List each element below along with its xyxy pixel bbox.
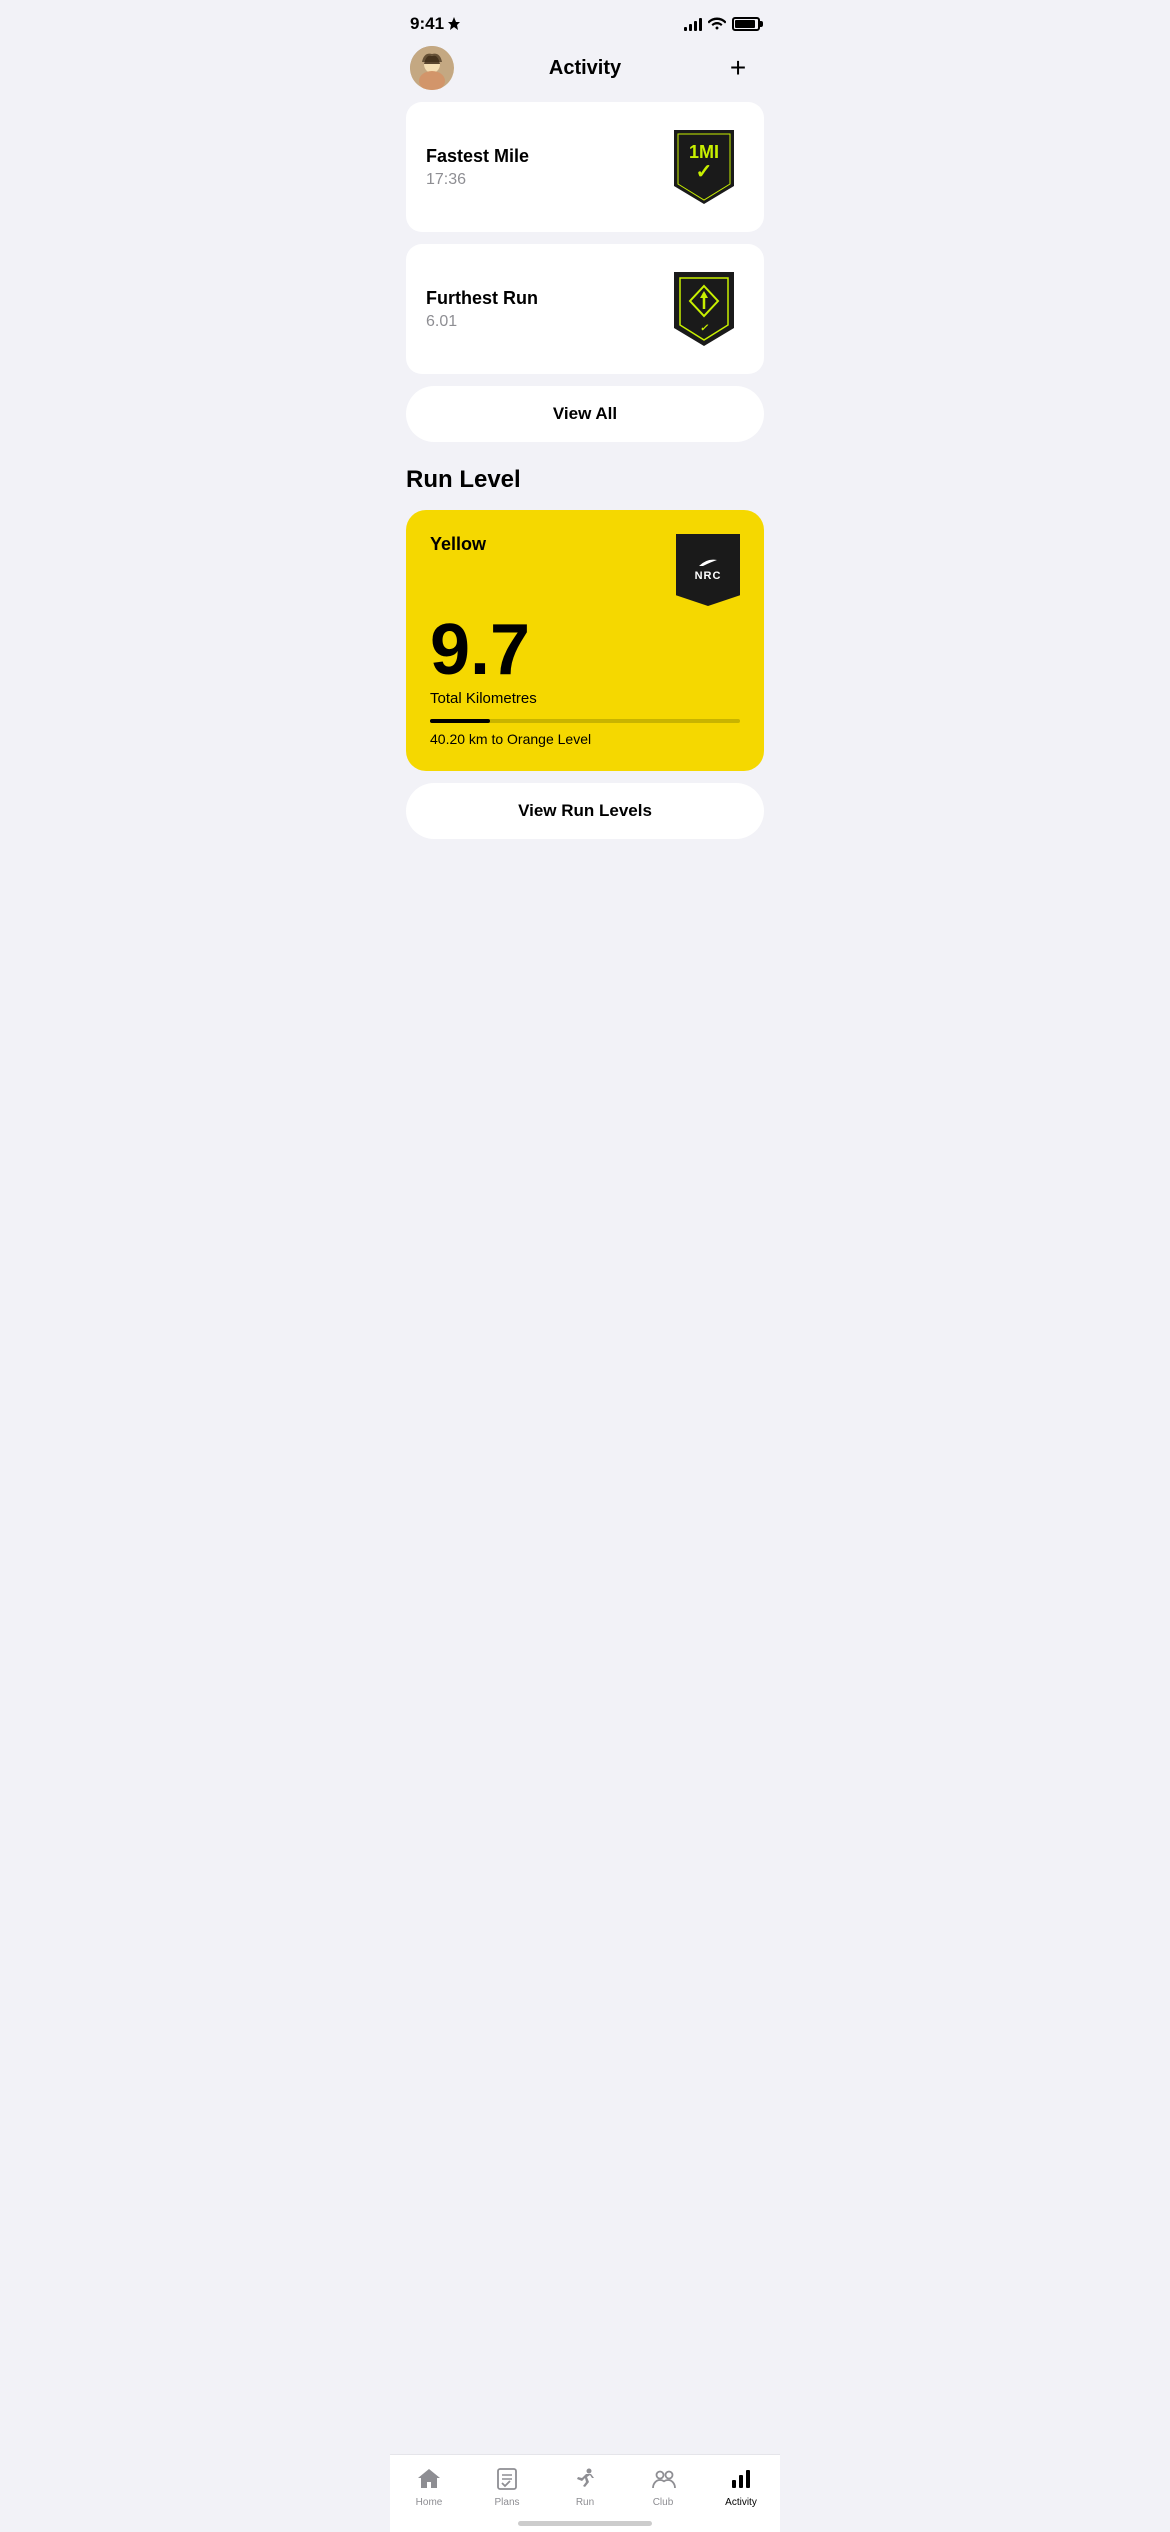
- progress-bar: [430, 719, 740, 723]
- tab-activity-label: Activity: [725, 2497, 757, 2508]
- run-level-section-title: Run Level: [406, 466, 764, 494]
- run-level-header: Yellow NRC: [430, 534, 740, 606]
- tab-activity[interactable]: Activity: [711, 2465, 771, 2508]
- furthest-run-info: Furthest Run 6.01: [426, 288, 664, 331]
- tab-run[interactable]: Run: [555, 2465, 615, 2508]
- badge-distance-icon: ✓: [670, 268, 738, 350]
- furthest-run-card: Furthest Run 6.01 ✓: [406, 244, 764, 374]
- fastest-mile-badge: 1MI ✓: [664, 122, 744, 212]
- progress-label: 40.20 km to Orange Level: [430, 731, 740, 747]
- run-level-name: Yellow: [430, 534, 486, 555]
- signal-bars: [684, 17, 702, 31]
- furthest-run-badge: ✓: [664, 264, 744, 354]
- badge-1mi-icon: 1MI ✓: [670, 126, 738, 208]
- fastest-mile-info: Fastest Mile 17:36: [426, 146, 664, 189]
- fastest-mile-value: 17:36: [426, 171, 664, 189]
- view-run-levels-button[interactable]: View Run Levels: [406, 783, 764, 839]
- run-icon: [571, 2465, 599, 2493]
- avatar-image: [410, 46, 454, 90]
- activity-icon: [727, 2465, 755, 2493]
- home-indicator: [518, 2521, 652, 2526]
- nrc-badge: NRC: [676, 534, 740, 606]
- fastest-mile-title: Fastest Mile: [426, 146, 664, 167]
- plans-icon: [493, 2465, 521, 2493]
- time-text: 9:41: [410, 14, 444, 34]
- run-level-km: 9.7: [430, 614, 740, 686]
- run-level-card: Yellow NRC 9.7 Total Kilometres 40.20 km…: [406, 510, 764, 771]
- wifi-icon: [708, 17, 726, 31]
- view-all-button[interactable]: View All: [406, 386, 764, 442]
- battery-icon: [732, 17, 760, 31]
- svg-text:✓: ✓: [700, 323, 709, 334]
- main-content: Fastest Mile 17:36 1MI ✓ Furthest Run 6.…: [390, 102, 780, 963]
- furthest-run-value: 6.01: [426, 313, 664, 331]
- tab-club-label: Club: [653, 2497, 674, 2508]
- home-icon: [415, 2465, 443, 2493]
- status-icons: [684, 17, 760, 31]
- page-title: Activity: [549, 57, 621, 80]
- tab-home-label: Home: [416, 2497, 443, 2508]
- location-icon: [448, 17, 460, 31]
- fastest-mile-card: Fastest Mile 17:36 1MI ✓: [406, 102, 764, 232]
- status-time: 9:41: [410, 14, 460, 34]
- nike-swoosh-icon: [699, 558, 717, 568]
- svg-text:1MI: 1MI: [689, 142, 719, 162]
- tab-club[interactable]: Club: [633, 2465, 693, 2508]
- status-bar: 9:41: [390, 0, 780, 42]
- tab-plans[interactable]: Plans: [477, 2465, 537, 2508]
- avatar[interactable]: [410, 46, 454, 90]
- tab-run-label: Run: [576, 2497, 594, 2508]
- nrc-label: NRC: [695, 570, 722, 582]
- add-button[interactable]: +: [716, 46, 760, 90]
- tab-plans-label: Plans: [494, 2497, 519, 2508]
- run-level-km-label: Total Kilometres: [430, 690, 740, 707]
- tab-home[interactable]: Home: [399, 2465, 459, 2508]
- battery-fill: [735, 20, 755, 28]
- progress-bar-fill: [430, 719, 490, 723]
- svg-text:✓: ✓: [696, 161, 713, 183]
- club-icon: [649, 2465, 677, 2493]
- nav-header: Activity +: [390, 42, 780, 102]
- furthest-run-title: Furthest Run: [426, 288, 664, 309]
